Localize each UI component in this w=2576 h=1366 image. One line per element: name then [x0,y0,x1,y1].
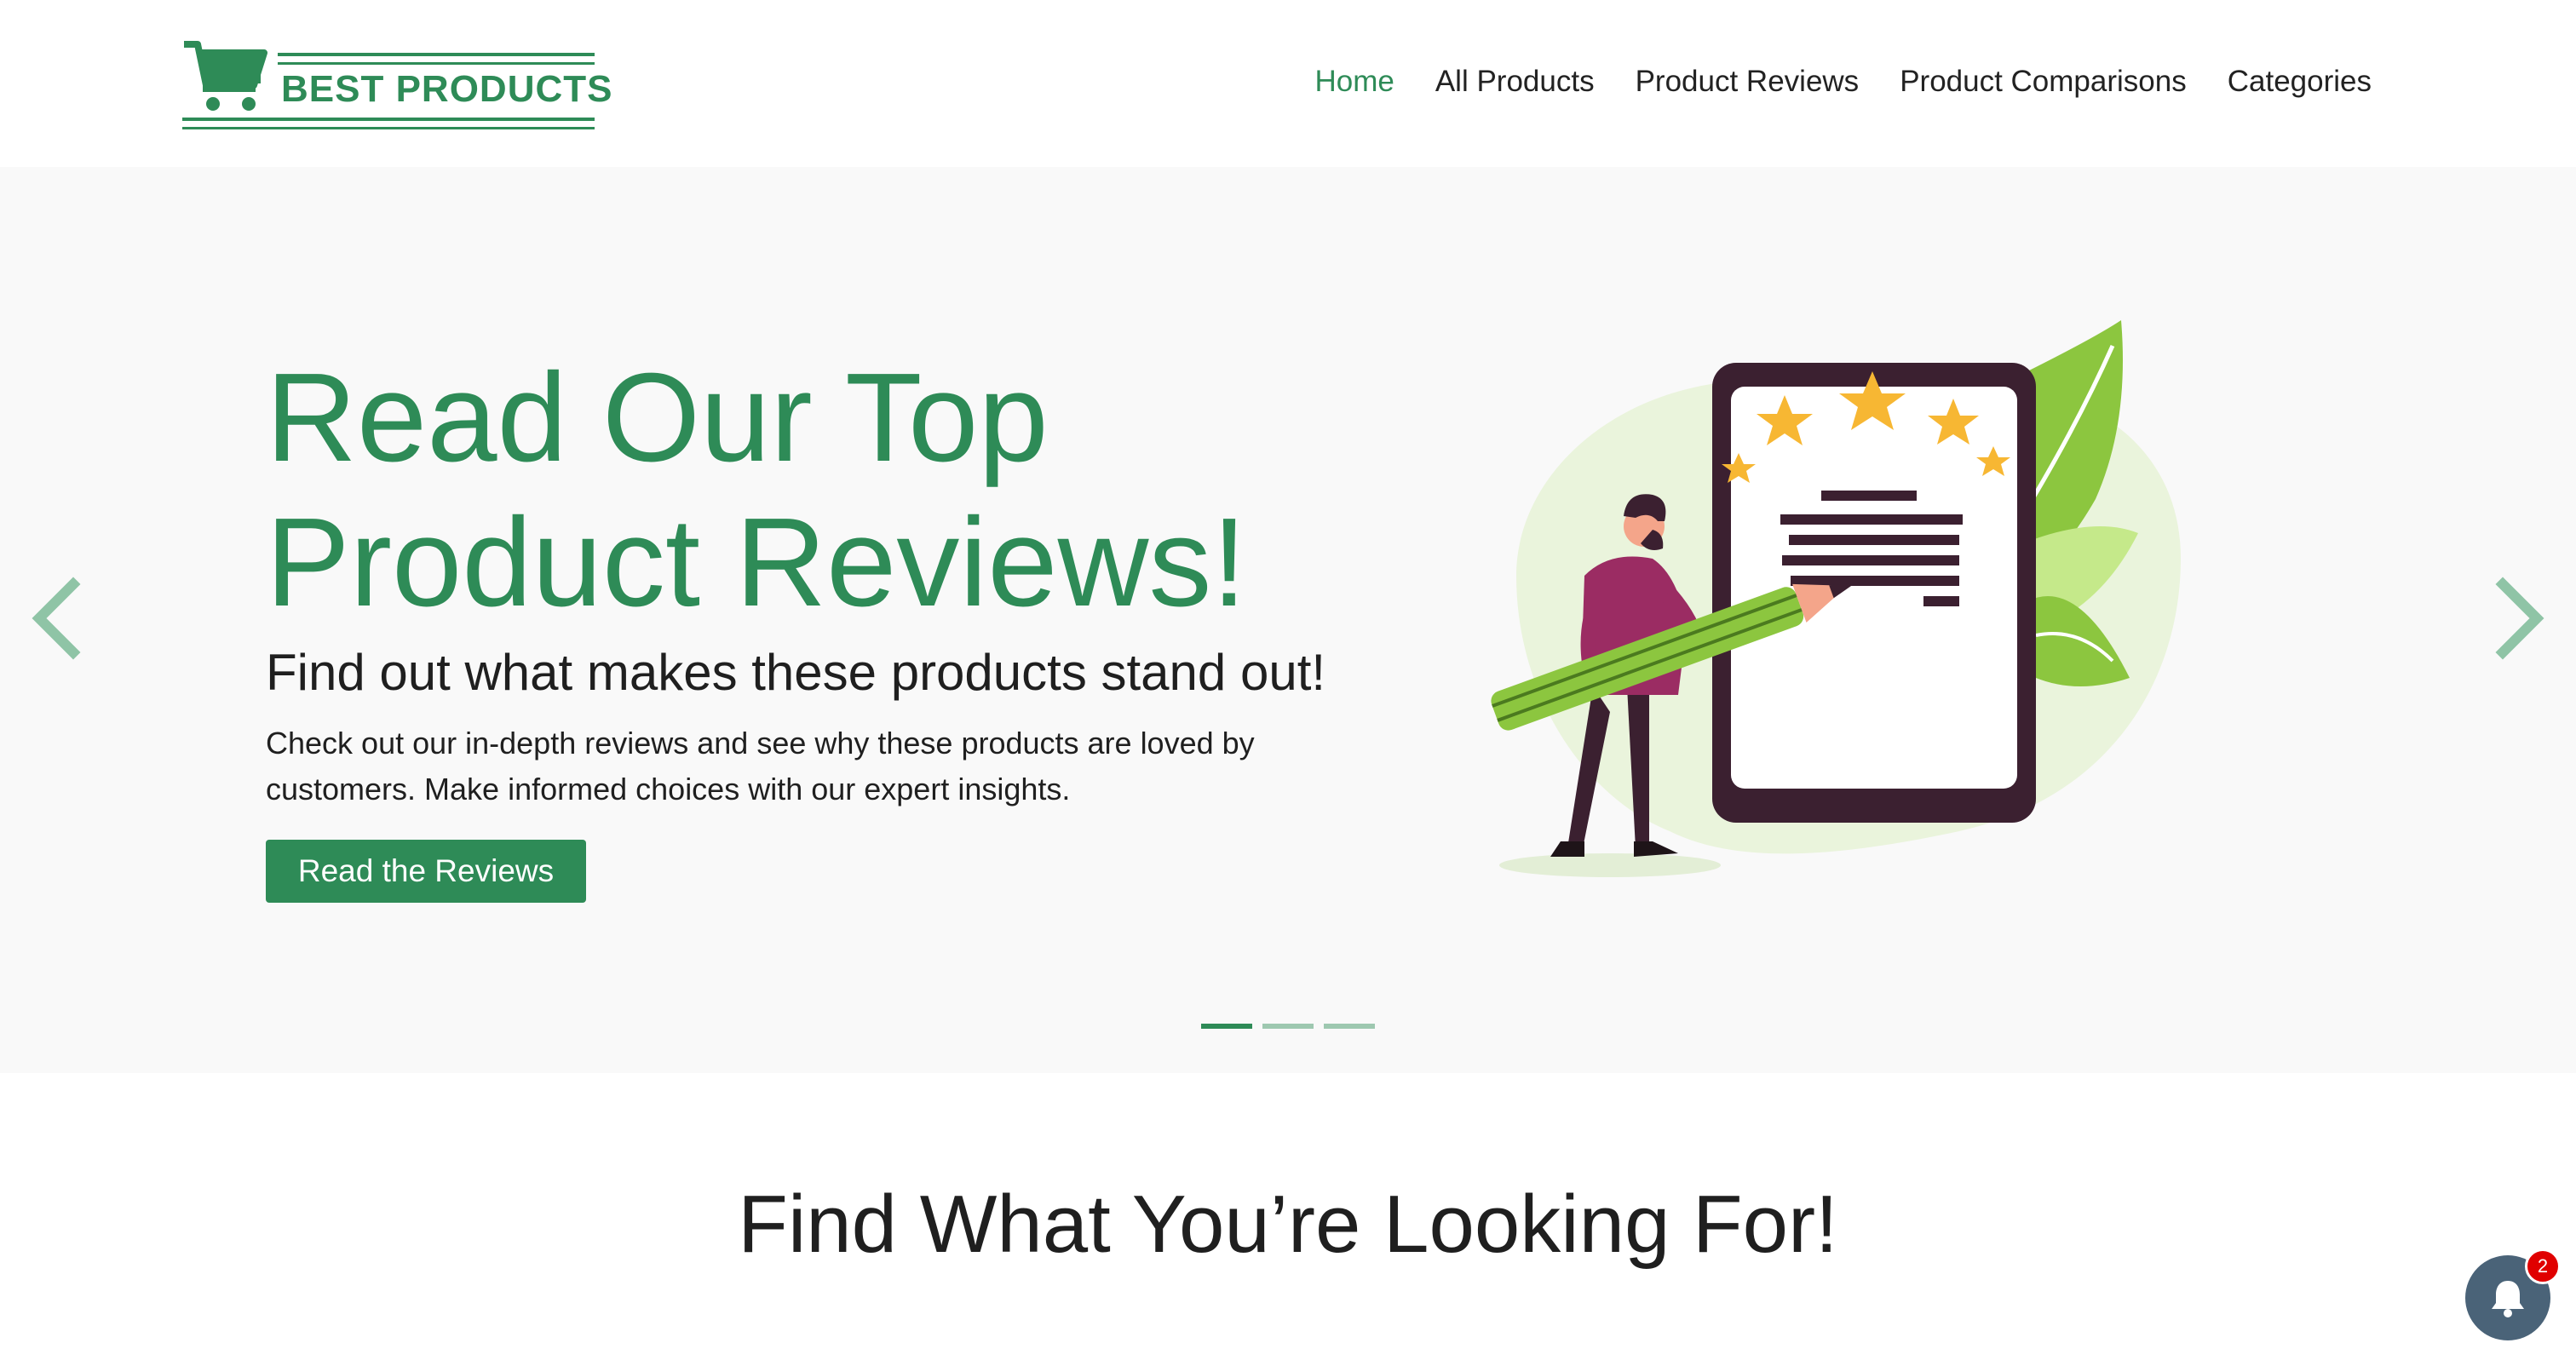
hero-title-line1: Read Our Top [266,347,1049,488]
logo-text: BEST PRODUCTS [281,68,613,110]
nav-categories[interactable]: Categories [2228,61,2372,102]
notifications-button[interactable]: 2 [2465,1248,2561,1340]
chevron-left-icon [32,577,81,660]
carousel-prev-button[interactable] [22,576,90,661]
hero-title: Read Our Top Product Reviews! [266,346,1373,635]
logo-rule-bottom [182,118,595,129]
hero-description: Check out our in-depth reviews and see w… [266,726,1255,806]
section-title: Find What You’re Looking For! [738,1179,1838,1270]
carousel-indicator-1[interactable] [1201,1024,1252,1029]
read-reviews-button[interactable]: Read the Reviews [266,840,586,903]
logo-rule-top [278,53,595,65]
carousel-indicator-2[interactable] [1262,1024,1314,1029]
carousel-indicators [1201,1024,1375,1029]
site-header: BEST PRODUCTS Home All Products Product … [0,0,2576,167]
hero-carousel: Read Our Top Product Reviews! Find out w… [0,167,2576,1073]
hero-subtitle: Find out what makes these products stand… [266,644,1326,701]
shopping-cart-icon [184,41,267,111]
carousel-next-button[interactable] [2486,576,2554,661]
bell-icon [2492,1281,2524,1317]
notification-count-badge: 2 [2525,1248,2561,1284]
nav-home[interactable]: Home [1314,61,1394,102]
nav-all-products[interactable]: All Products [1435,61,1595,102]
hero-title-line2: Product Reviews! [266,492,1247,633]
review-illustration [1491,320,2181,877]
nav-product-comparisons[interactable]: Product Comparisons [1900,61,2187,102]
main-nav: Home All Products Product Reviews Produc… [1314,61,2372,102]
chevron-right-icon [2495,577,2544,660]
nav-product-reviews[interactable]: Product Reviews [1636,61,1860,102]
carousel-indicator-3[interactable] [1324,1024,1375,1029]
site-logo[interactable]: BEST PRODUCTS [182,41,613,135]
